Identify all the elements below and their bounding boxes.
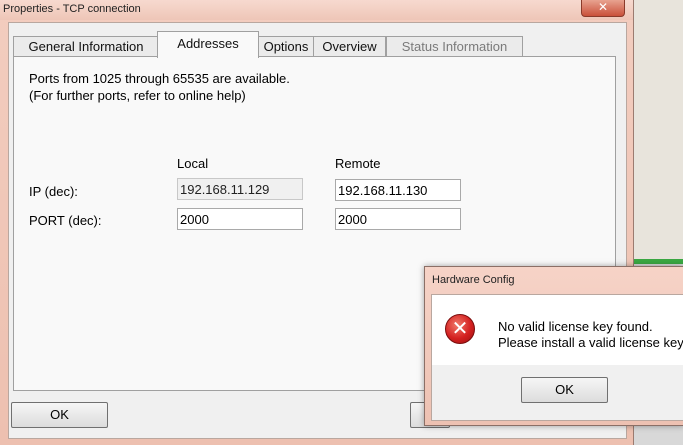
local-port-field[interactable]: 2000 bbox=[177, 208, 303, 230]
tab-strip: General Information Addresses Options Ov… bbox=[13, 31, 623, 58]
remote-port-field[interactable]: 2000 bbox=[335, 208, 461, 230]
message-box-title: Hardware Config bbox=[432, 274, 515, 286]
ip-label: IP (dec): bbox=[29, 184, 78, 199]
close-button[interactable]: ✕ bbox=[581, 0, 625, 17]
port-range-info: Ports from 1025 through 65535 are availa… bbox=[29, 71, 290, 86]
tab-general-information[interactable]: General Information bbox=[13, 36, 159, 57]
message-area: ✕ No valid license key found. Please ins… bbox=[432, 295, 683, 365]
message-line-2: Please install a valid license key. bbox=[498, 335, 683, 350]
remote-ip-field[interactable]: 192.168.11.130 bbox=[335, 179, 461, 201]
local-ip-field: 192.168.11.129 bbox=[177, 178, 303, 200]
tab-addresses[interactable]: Addresses bbox=[157, 31, 259, 58]
local-column-header: Local bbox=[177, 156, 209, 171]
window-title: Properties - TCP connection bbox=[3, 3, 141, 15]
port-label: PORT (dec): bbox=[29, 213, 102, 228]
tab-status-information[interactable]: Status Information bbox=[386, 36, 523, 57]
message-ok-button[interactable]: OK bbox=[521, 377, 608, 403]
message-box-client: ✕ No valid license key found. Please ins… bbox=[431, 294, 683, 421]
message-line-1: No valid license key found. bbox=[498, 319, 653, 334]
error-icon: ✕ bbox=[445, 314, 475, 344]
remote-column-header: Remote bbox=[335, 156, 381, 171]
close-icon: ✕ bbox=[597, 0, 609, 14]
tab-overview[interactable]: Overview bbox=[313, 36, 386, 57]
tab-options[interactable]: Options bbox=[258, 36, 314, 57]
hardware-config-message-box: Hardware Config ✕ No valid license key f… bbox=[424, 266, 683, 426]
online-help-note: (For further ports, refer to online help… bbox=[29, 88, 246, 103]
title-bar: Properties - TCP connection ✕ bbox=[0, 0, 633, 20]
ok-button[interactable]: OK bbox=[11, 402, 108, 428]
